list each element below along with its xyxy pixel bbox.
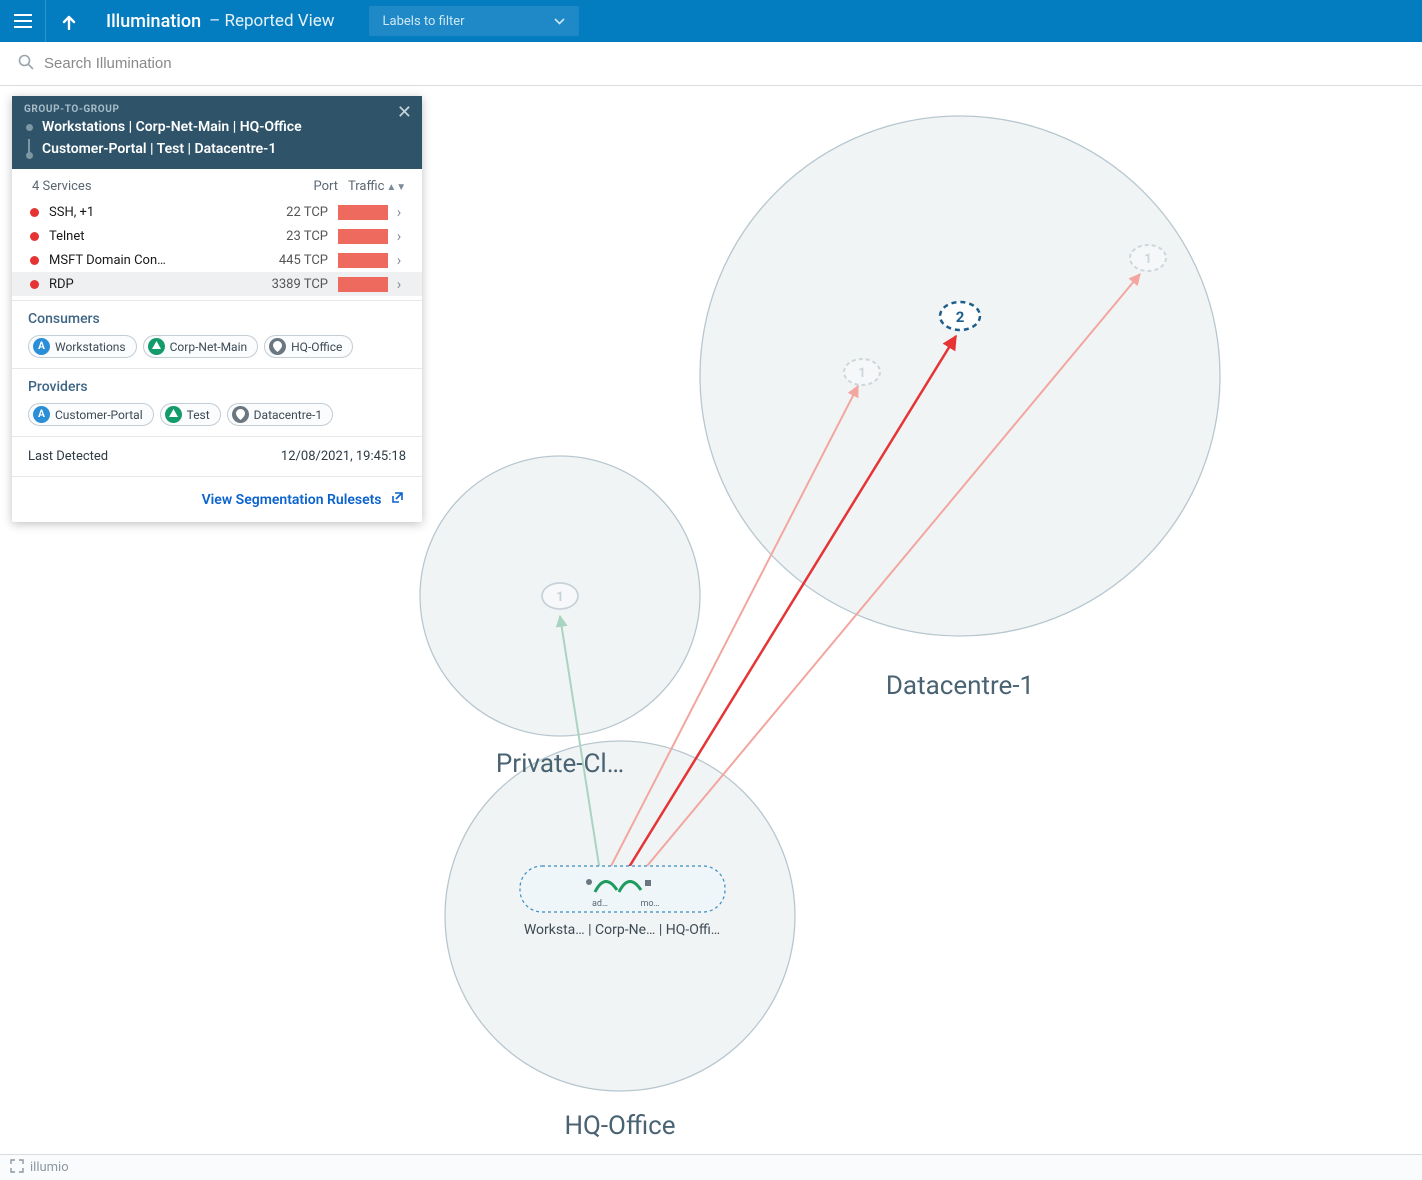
workload-node-pc1[interactable]: 1 bbox=[542, 583, 578, 609]
service-name: RDP bbox=[49, 277, 252, 292]
expand-icon[interactable] bbox=[10, 1159, 24, 1177]
service-name: SSH, +1 bbox=[49, 205, 252, 220]
service-row[interactable]: Telnet 23 TCP › bbox=[12, 224, 422, 248]
sort-icon: ▲▼ bbox=[386, 182, 406, 193]
workload-node-1a[interactable]: 1 bbox=[844, 359, 880, 385]
chip-label: Datacentre-1 bbox=[254, 408, 322, 422]
traffic-bar bbox=[338, 253, 388, 268]
chevron-down-icon bbox=[554, 14, 565, 29]
traffic-bar bbox=[338, 205, 388, 220]
svg-text:ad…: ad… bbox=[592, 899, 608, 909]
workload-group-hq[interactable]: ad… mo… Worksta… | Corp-Ne… | HQ-Offi… bbox=[520, 866, 725, 938]
chip-label: Corp-Net-Main bbox=[170, 340, 248, 354]
external-link-icon bbox=[391, 492, 404, 508]
dest-endpoint: Customer-Portal | Test | Datacentre-1 bbox=[42, 141, 276, 157]
last-detected-label: Last Detected bbox=[28, 449, 108, 464]
consumers-heading: Consumers bbox=[28, 311, 406, 327]
svg-text:1: 1 bbox=[1144, 252, 1151, 267]
page-subtitle: – Reported View bbox=[201, 11, 334, 31]
status-dot-icon bbox=[30, 256, 39, 265]
search-row bbox=[0, 42, 1422, 86]
view-rulesets-link[interactable]: View Segmentation Rulesets bbox=[202, 492, 404, 508]
illumination-map[interactable]: Datacentre-1 Private-Cl… HQ-Office 2 1 1… bbox=[0, 86, 1422, 1154]
source-endpoint: Workstations | Corp-Net-Main | HQ-Office bbox=[42, 119, 302, 135]
labels-filter-dropdown[interactable]: Labels to filter bbox=[369, 6, 579, 36]
footer-bar: illumio bbox=[0, 1154, 1422, 1180]
service-port: 22 TCP bbox=[252, 205, 338, 220]
location-circle-datacentre-1[interactable] bbox=[700, 116, 1220, 636]
page-title: Illumination bbox=[92, 11, 201, 32]
search-icon bbox=[18, 54, 34, 74]
brand-label: illumio bbox=[30, 1160, 69, 1175]
traffic-bar bbox=[338, 229, 388, 244]
consumer-chip[interactable]: AWorkstations bbox=[28, 335, 137, 358]
services-count: 4 Services bbox=[32, 179, 262, 194]
chevron-right-icon[interactable]: › bbox=[388, 275, 410, 293]
services-table: 4 Services Port Traffic▲▼ SSH, +1 22 TCP… bbox=[12, 169, 422, 301]
location-label-hq-office: HQ-Office bbox=[564, 1111, 675, 1141]
consumer-chip[interactable]: HQ-Office bbox=[264, 335, 353, 358]
location-label-private-cloud: Private-Cl… bbox=[496, 749, 624, 779]
consumer-chip[interactable]: Corp-Net-Main bbox=[143, 335, 259, 358]
filter-placeholder: Labels to filter bbox=[383, 14, 465, 29]
provider-chip[interactable]: Datacentre-1 bbox=[227, 403, 333, 426]
status-dot-icon bbox=[30, 208, 39, 217]
last-detected-value: 12/08/2021, 19:45:18 bbox=[281, 449, 406, 464]
svg-text:1: 1 bbox=[858, 366, 865, 381]
chevron-right-icon[interactable]: › bbox=[388, 227, 410, 245]
topbar: Illumination – Reported View Labels to f… bbox=[0, 0, 1422, 42]
service-row[interactable]: SSH, +1 22 TCP › bbox=[12, 200, 422, 224]
service-name: Telnet bbox=[49, 229, 252, 244]
menu-button[interactable] bbox=[0, 0, 46, 42]
group-to-group-panel: GROUP-TO-GROUP Workstations | Corp-Net-M… bbox=[12, 96, 422, 522]
service-row[interactable]: MSFT Domain Con… 445 TCP › bbox=[12, 248, 422, 272]
location-circle-hq-office[interactable] bbox=[445, 741, 795, 1091]
service-row[interactable]: RDP 3389 TCP › bbox=[12, 272, 422, 296]
location-label-datacentre-1: Datacentre-1 bbox=[886, 671, 1034, 701]
provider-chip[interactable]: Test bbox=[160, 403, 221, 426]
col-traffic[interactable]: Traffic▲▼ bbox=[348, 179, 408, 194]
search-input[interactable] bbox=[44, 55, 444, 72]
svg-text:1: 1 bbox=[556, 590, 563, 605]
service-port: 3389 TCP bbox=[252, 277, 338, 292]
workload-node-1b[interactable]: 1 bbox=[1130, 245, 1166, 271]
traffic-bar bbox=[338, 277, 388, 292]
service-port: 445 TCP bbox=[252, 253, 338, 268]
chip-label: Customer-Portal bbox=[55, 408, 143, 422]
chip-label: HQ-Office bbox=[291, 340, 342, 354]
close-panel-button[interactable]: ✕ bbox=[397, 102, 412, 123]
svg-text:Worksta… | Corp-Ne… | HQ-Offi…: Worksta… | Corp-Ne… | HQ-Offi… bbox=[524, 922, 720, 938]
back-button[interactable] bbox=[46, 0, 92, 42]
chevron-right-icon[interactable]: › bbox=[388, 203, 410, 221]
panel-caption: GROUP-TO-GROUP bbox=[24, 104, 410, 115]
status-dot-icon bbox=[30, 232, 39, 241]
col-port: Port bbox=[262, 179, 348, 194]
provider-chip[interactable]: ACustomer-Portal bbox=[28, 403, 154, 426]
service-port: 23 TCP bbox=[252, 229, 338, 244]
workload-node-2[interactable]: 2 bbox=[940, 302, 980, 330]
service-name: MSFT Domain Con… bbox=[49, 253, 252, 268]
svg-text:2: 2 bbox=[956, 308, 965, 326]
status-dot-icon bbox=[30, 280, 39, 289]
providers-heading: Providers bbox=[28, 379, 406, 395]
chip-label: Test bbox=[187, 408, 210, 422]
chevron-right-icon[interactable]: › bbox=[388, 251, 410, 269]
chip-label: Workstations bbox=[55, 340, 126, 354]
svg-text:mo…: mo… bbox=[640, 899, 659, 909]
panel-header: GROUP-TO-GROUP Workstations | Corp-Net-M… bbox=[12, 96, 422, 169]
